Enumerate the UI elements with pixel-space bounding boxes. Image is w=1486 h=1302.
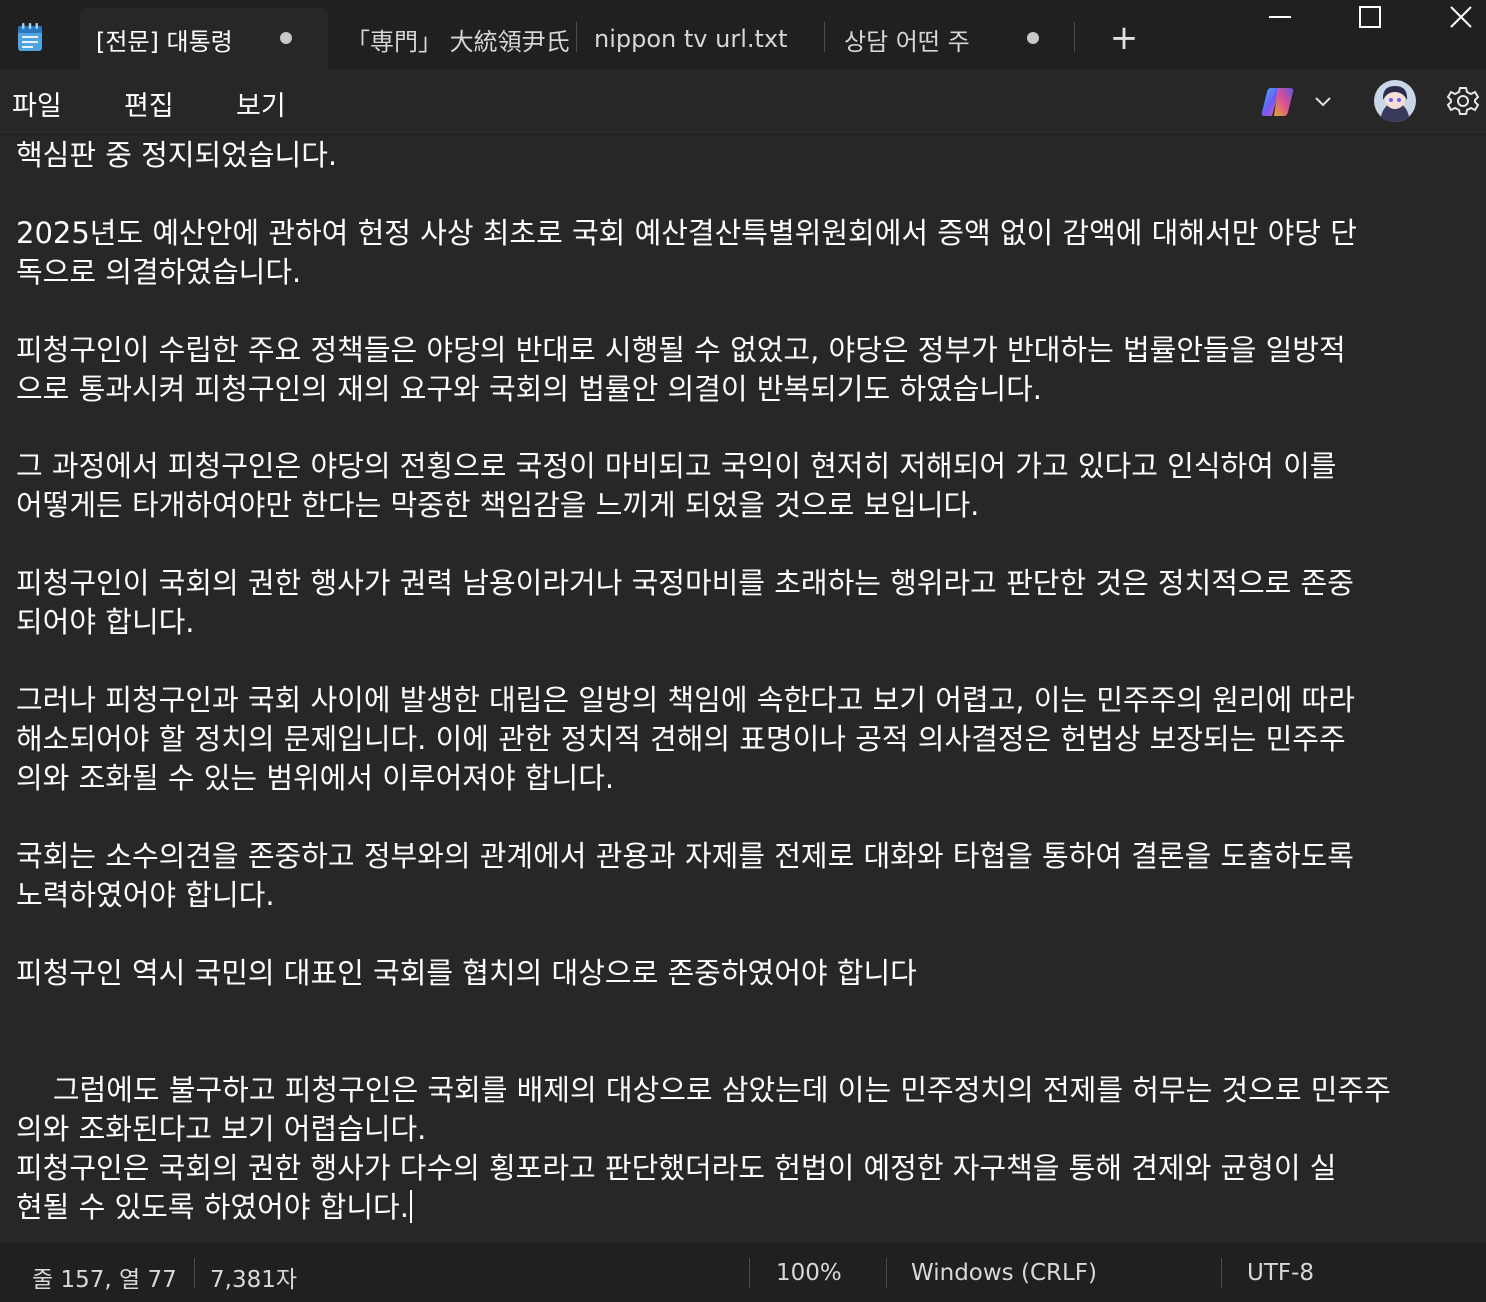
zoom-level[interactable]: 100% [776,1260,842,1286]
text-paragraph: 피청구인이 국회의 권한 행사가 권력 남용이라거나 국정마비를 초래하는 행위… [16,566,1354,639]
menu-edit[interactable]: 편집 [124,84,174,123]
status-bar: 줄 157, 열 77 7,381자 100% Windows (CRLF) U… [0,1242,1486,1302]
tab-document-2[interactable]: 「専門」 大統領尹氏 [330,8,574,70]
character-count: 7,381자 [210,1267,298,1293]
status-divider [886,1258,887,1288]
line-ending[interactable]: Windows (CRLF) [911,1260,1097,1286]
tab-label: 「専門」 大統領尹氏 [346,27,570,56]
cursor-position: 줄 157, 열 77 [32,1267,177,1293]
chevron-down-icon[interactable] [1312,90,1334,112]
encoding[interactable]: UTF-8 [1247,1260,1314,1286]
maximize-button[interactable] [1340,0,1400,40]
close-button[interactable] [1426,0,1486,40]
maximize-icon [1359,6,1381,28]
tab-divider [1074,22,1075,52]
tab-divider [824,22,825,52]
text-paragraph: 국회는 소수의견을 존중하고 정부와의 관계에서 관용과 자제를 전제로 대화와… [16,839,1354,912]
tab-label: [전문] 대통령 [96,27,233,56]
text-paragraph: 피청구인은 국회의 권한 행사가 다수의 횡포라고 판단했더라도 헌법이 예정한… [16,1151,1337,1224]
unsaved-dot-icon[interactable] [280,32,292,44]
text-editor[interactable]: 핵심판 중 정지되었습니다. 2025년도 예산안에 관하여 헌정 사상 최초로… [0,135,1486,1241]
notepad-icon [18,23,42,51]
menu-file[interactable]: 파일 [12,84,62,123]
status-divider [194,1258,195,1288]
text-paragraph: 그러나 피청구인과 국회 사이에 발생한 대립은 일방의 책임에 속한다고 보기… [16,683,1355,795]
minimize-icon [1269,16,1291,18]
status-divider [749,1258,750,1288]
text-paragraph: 2025년도 예산안에 관하여 헌정 사상 최초로 국회 예산결산특별위원회에서… [16,216,1357,289]
minimize-button[interactable] [1250,0,1310,40]
gear-icon[interactable] [1446,82,1480,120]
title-bar: [전문] 대통령 「専門」 大統領尹氏 nippon tv url.txt 상담… [0,0,1486,70]
copilot-icon[interactable] [1260,84,1298,120]
unsaved-dot-icon[interactable] [1027,32,1039,44]
user-avatar-icon [1374,80,1416,122]
text-paragraph: 피청구인 역시 국민의 대표인 국회를 협치의 대상으로 존중하였어야 합니다 [16,956,917,990]
avatar[interactable] [1374,80,1416,122]
menu-view[interactable]: 보기 [236,84,286,123]
tab-document-3[interactable]: nippon tv url.txt [578,8,822,70]
tab-label: 상담 어떤 주 [844,27,970,56]
status-divider [1221,1258,1222,1288]
text-paragraph: 피청구인이 수립한 주요 정책들은 야당의 반대로 시행될 수 없었고, 야당은… [16,333,1346,406]
text-caret [409,1190,412,1223]
text-paragraph: 그 과정에서 피청구인은 야당의 전횡으로 국정이 마비되고 국익이 현저히 저… [16,449,1337,522]
tab-divider [576,22,577,52]
tab-label: nippon tv url.txt [594,25,788,53]
text-paragraph: 핵심판 중 정지되었습니다. [16,138,338,172]
text-paragraph: 그럼에도 불구하고 피청구인은 국회를 배제의 대상으로 삼았는데 이는 민주정… [16,1073,1391,1146]
close-icon [1450,6,1472,28]
new-tab-button[interactable]: + [1106,18,1142,58]
text-paragraph-with-caret: 피청구인은 국회의 권한 행사가 다수의 횡포라고 판단했더라도 헌법이 예정한… [16,1149,1478,1227]
